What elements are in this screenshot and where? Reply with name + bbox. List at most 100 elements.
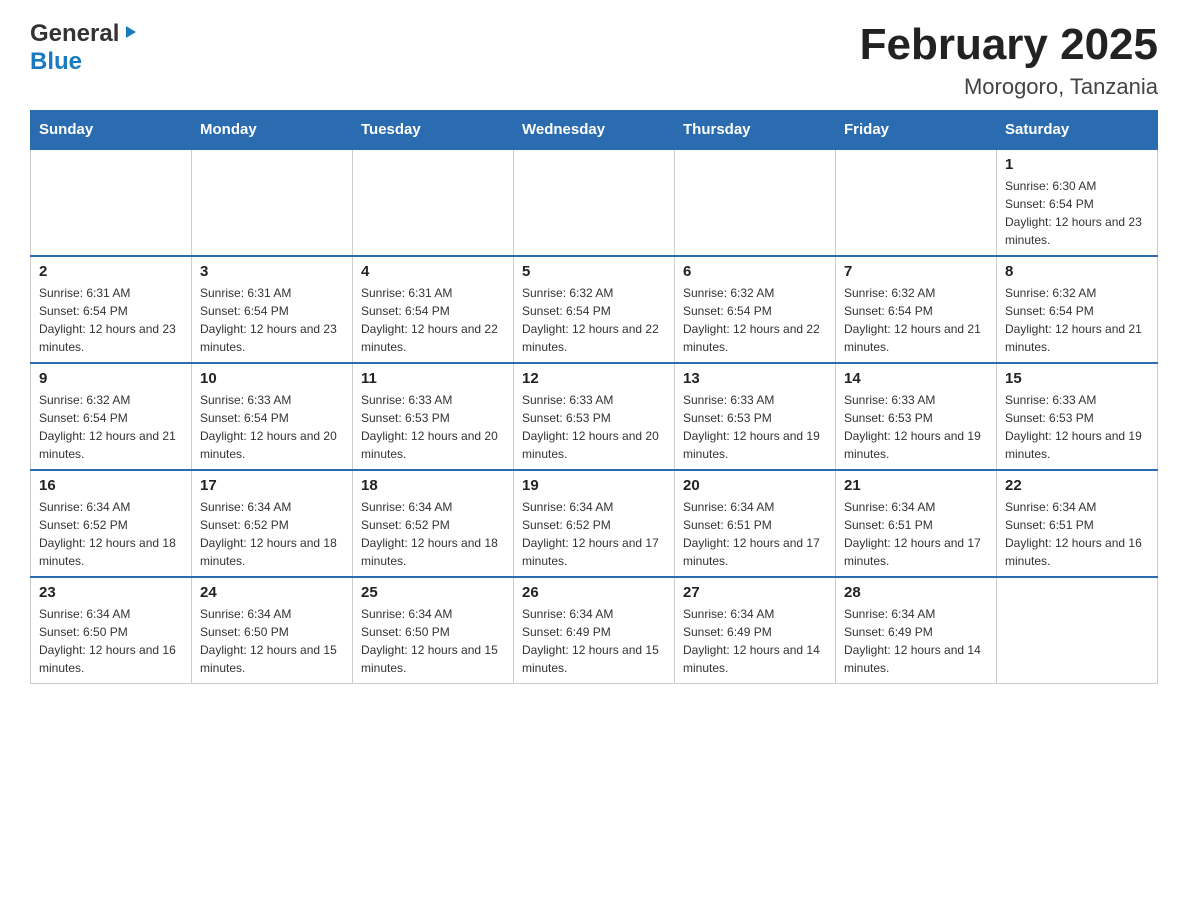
logo: General Blue <box>30 20 138 76</box>
day-number: 6 <box>683 263 827 280</box>
table-row: 25 Sunrise: 6:34 AMSunset: 6:50 PMDayligh… <box>353 577 514 684</box>
day-number: 8 <box>1005 263 1149 280</box>
table-row: 1Sunrise: 6:30 AMSunset: 6:54 PMDaylight… <box>997 149 1158 256</box>
day-number: 3 <box>200 263 344 280</box>
day-number: 9 <box>39 370 183 387</box>
table-row: 27Sunrise: 6:34 AMSunset: 6:49 PMDayligh… <box>675 577 836 684</box>
day-info: Sunrise: 6:33 AMSunset: 6:53 PMDaylight:… <box>844 391 988 463</box>
day-number: 13 <box>683 370 827 387</box>
day-info: Sunrise: 6:33 AMSunset: 6:54 PMDaylight:… <box>200 391 344 463</box>
table-row <box>31 149 192 256</box>
page-header: General Blue February 2025 Morogoro, Tan… <box>30 20 1158 100</box>
day-number: 26 <box>522 584 666 601</box>
header-monday: Monday <box>192 111 353 150</box>
day-info: Sunrise: 6:32 AMSunset: 6:54 PMDaylight:… <box>39 391 183 463</box>
table-row: 13 Sunrise: 6:33 AMSunset: 6:53 PMDayligh… <box>675 363 836 470</box>
table-row: 8 Sunrise: 6:32 AMSunset: 6:54 PMDaylight… <box>997 256 1158 363</box>
table-row <box>836 149 997 256</box>
table-row <box>514 149 675 256</box>
header-friday: Friday <box>836 111 997 150</box>
day-info: Sunrise: 6:34 AMSunset: 6:50 PMDaylight:… <box>39 605 183 677</box>
day-info: Sunrise: 6:31 AMSunset: 6:54 PMDaylight:… <box>39 284 183 356</box>
table-row: 3 Sunrise: 6:31 AMSunset: 6:54 PMDaylight… <box>192 256 353 363</box>
day-number: 14 <box>844 370 988 387</box>
calendar-week-row: 1Sunrise: 6:30 AMSunset: 6:54 PMDaylight… <box>31 149 1158 256</box>
day-info: Sunrise: 6:33 AMSunset: 6:53 PMDaylight:… <box>522 391 666 463</box>
day-number: 11 <box>361 370 505 387</box>
day-info: Sunrise: 6:32 AMSunset: 6:54 PMDaylight:… <box>522 284 666 356</box>
day-number: 23 <box>39 584 183 601</box>
header-saturday: Saturday <box>997 111 1158 150</box>
day-number: 19 <box>522 477 666 494</box>
table-row: 4 Sunrise: 6:31 AMSunset: 6:54 PMDaylight… <box>353 256 514 363</box>
table-row: 22Sunrise: 6:34 AMSunset: 6:51 PMDayligh… <box>997 470 1158 577</box>
header-sunday: Sunday <box>31 111 192 150</box>
day-info: Sunrise: 6:32 AMSunset: 6:54 PMDaylight:… <box>1005 284 1149 356</box>
day-info: Sunrise: 6:34 AMSunset: 6:49 PMDaylight:… <box>522 605 666 677</box>
table-row: 5 Sunrise: 6:32 AMSunset: 6:54 PMDaylight… <box>514 256 675 363</box>
day-info: Sunrise: 6:34 AMSunset: 6:51 PMDaylight:… <box>844 498 988 570</box>
table-row: 23 Sunrise: 6:34 AMSunset: 6:50 PMDayligh… <box>31 577 192 684</box>
table-row: 16Sunrise: 6:34 AMSunset: 6:52 PMDayligh… <box>31 470 192 577</box>
day-number: 15 <box>1005 370 1149 387</box>
day-info: Sunrise: 6:34 AMSunset: 6:52 PMDaylight:… <box>200 498 344 570</box>
calendar-week-row: 2 Sunrise: 6:31 AMSunset: 6:54 PMDaylight… <box>31 256 1158 363</box>
table-row <box>192 149 353 256</box>
table-row <box>675 149 836 256</box>
day-number: 21 <box>844 477 988 494</box>
logo-arrow-icon <box>122 24 138 45</box>
table-row: 28Sunrise: 6:34 AMSunset: 6:49 PMDayligh… <box>836 577 997 684</box>
day-info: Sunrise: 6:31 AMSunset: 6:54 PMDaylight:… <box>200 284 344 356</box>
day-info: Sunrise: 6:30 AMSunset: 6:54 PMDaylight:… <box>1005 177 1149 249</box>
calendar-body: 1Sunrise: 6:30 AMSunset: 6:54 PMDaylight… <box>31 149 1158 684</box>
table-row: 18 Sunrise: 6:34 AMSunset: 6:52 PMDayligh… <box>353 470 514 577</box>
table-row <box>353 149 514 256</box>
table-row: 7Sunrise: 6:32 AMSunset: 6:54 PMDaylight… <box>836 256 997 363</box>
calendar-week-row: 9 Sunrise: 6:32 AMSunset: 6:54 PMDaylight… <box>31 363 1158 470</box>
day-info: Sunrise: 6:33 AMSunset: 6:53 PMDaylight:… <box>683 391 827 463</box>
day-info: Sunrise: 6:31 AMSunset: 6:54 PMDaylight:… <box>361 284 505 356</box>
day-number: 25 <box>361 584 505 601</box>
day-number: 24 <box>200 584 344 601</box>
table-row <box>997 577 1158 684</box>
table-row: 17Sunrise: 6:34 AMSunset: 6:52 PMDayligh… <box>192 470 353 577</box>
calendar-week-row: 16Sunrise: 6:34 AMSunset: 6:52 PMDayligh… <box>31 470 1158 577</box>
day-info: Sunrise: 6:33 AMSunset: 6:53 PMDaylight:… <box>361 391 505 463</box>
table-row: 15Sunrise: 6:33 AMSunset: 6:53 PMDayligh… <box>997 363 1158 470</box>
day-number: 28 <box>844 584 988 601</box>
header-thursday: Thursday <box>675 111 836 150</box>
day-number: 7 <box>844 263 988 280</box>
page-subtitle: Morogoro, Tanzania <box>860 74 1158 100</box>
day-number: 12 <box>522 370 666 387</box>
header-tuesday: Tuesday <box>353 111 514 150</box>
title-block: February 2025 Morogoro, Tanzania <box>860 20 1158 100</box>
table-row: 20 Sunrise: 6:34 AMSunset: 6:51 PMDayligh… <box>675 470 836 577</box>
day-number: 18 <box>361 477 505 494</box>
day-info: Sunrise: 6:34 AMSunset: 6:52 PMDaylight:… <box>522 498 666 570</box>
table-row: 12 Sunrise: 6:33 AMSunset: 6:53 PMDayligh… <box>514 363 675 470</box>
weekday-header-row: Sunday Monday Tuesday Wednesday Thursday… <box>31 111 1158 150</box>
day-number: 5 <box>522 263 666 280</box>
logo-blue-text: Blue <box>30 48 82 76</box>
table-row: 26 Sunrise: 6:34 AMSunset: 6:49 PMDayligh… <box>514 577 675 684</box>
day-number: 22 <box>1005 477 1149 494</box>
header-wednesday: Wednesday <box>514 111 675 150</box>
day-number: 2 <box>39 263 183 280</box>
table-row: 6 Sunrise: 6:32 AMSunset: 6:54 PMDaylight… <box>675 256 836 363</box>
day-info: Sunrise: 6:34 AMSunset: 6:52 PMDaylight:… <box>361 498 505 570</box>
calendar-week-row: 23 Sunrise: 6:34 AMSunset: 6:50 PMDayligh… <box>31 577 1158 684</box>
day-number: 10 <box>200 370 344 387</box>
day-number: 4 <box>361 263 505 280</box>
day-info: Sunrise: 6:34 AMSunset: 6:51 PMDaylight:… <box>683 498 827 570</box>
table-row: 9 Sunrise: 6:32 AMSunset: 6:54 PMDaylight… <box>31 363 192 470</box>
day-number: 20 <box>683 477 827 494</box>
page-title: February 2025 <box>860 20 1158 70</box>
table-row: 14 Sunrise: 6:33 AMSunset: 6:53 PMDayligh… <box>836 363 997 470</box>
day-number: 27 <box>683 584 827 601</box>
table-row: 21 Sunrise: 6:34 AMSunset: 6:51 PMDayligh… <box>836 470 997 577</box>
table-row: 10 Sunrise: 6:33 AMSunset: 6:54 PMDayligh… <box>192 363 353 470</box>
day-info: Sunrise: 6:34 AMSunset: 6:50 PMDaylight:… <box>361 605 505 677</box>
day-info: Sunrise: 6:32 AMSunset: 6:54 PMDaylight:… <box>683 284 827 356</box>
calendar-table: Sunday Monday Tuesday Wednesday Thursday… <box>30 110 1158 684</box>
day-info: Sunrise: 6:34 AMSunset: 6:50 PMDaylight:… <box>200 605 344 677</box>
